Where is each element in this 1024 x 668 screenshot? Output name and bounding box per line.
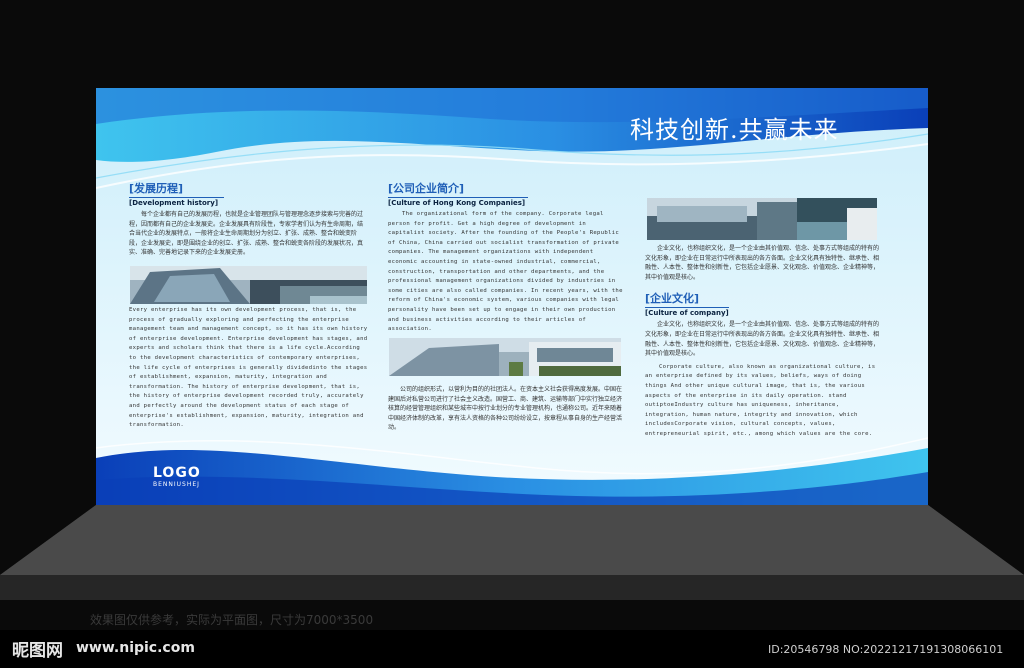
logo-text: LOGO (153, 465, 201, 481)
culture-column: 企业文化，也称组织文化，是一个企业由其价值观、信念、处事方式等组成的特有的文化形… (645, 244, 881, 440)
logo: LOGO BENNIUSHEJ (153, 465, 201, 488)
culture-body-en: Corporate culture, also known as organiz… (645, 363, 876, 437)
culture-subtitle: [Culture of company] (645, 307, 729, 318)
history-photo (130, 266, 367, 304)
logo-subtext: BENNIUSHEJ (153, 481, 200, 488)
culture-intro-cn: 企业文化，也称组织文化，是一个企业由其价值观、信念、处事方式等组成的特有的文化形… (645, 245, 880, 281)
company-chinese-block: 公司的组织形式，以营利为目的的社团法人。在资本主义社会获得高度发展。中国在建国后… (388, 385, 624, 433)
history-title: [发展历程] (129, 182, 184, 195)
office-buildings-image (389, 338, 621, 376)
glass-building-image (130, 266, 367, 304)
company-subtitle: [Culture of Hong Kong Companies] (388, 197, 528, 207)
waterfront-building-image (647, 198, 877, 240)
culture-title: [企业文化] (645, 292, 700, 306)
nipic-brand: 昵图网 (12, 641, 63, 661)
history-column: [发展历程] [Development history] 每个企业都有自己的发展… (129, 180, 367, 258)
stage-floor (0, 505, 1024, 600)
company-photo (389, 338, 621, 376)
display-stage: 科技创新.共赢未来 [发展历程] [Development history] 每… (0, 0, 1024, 668)
company-title: [公司企业简介] (388, 182, 465, 195)
history-english-block: Every enterprise has its own development… (129, 306, 369, 431)
history-body-en: Every enterprise has its own development… (129, 307, 368, 429)
culture-photo (647, 198, 877, 240)
company-body-cn: 公司的组织形式，以营利为目的的社团法人。在资本主义社会获得高度发展。中国在建国后… (388, 386, 623, 432)
history-subtitle: [Development history] (129, 197, 224, 207)
company-column: [公司企业简介] [Culture of Hong Kong Companies… (388, 180, 624, 335)
slogan-title: 科技创新.共赢未来 (630, 116, 839, 144)
company-body-en: The organizational form of the company. … (388, 211, 623, 333)
nipic-url[interactable]: www.nipic.com (76, 640, 195, 656)
nipic-id: ID:20546798 NO:20221217191308066101 (768, 643, 1004, 656)
culture-body-cn: 企业文化，也称组织文化，是一个企业由其价值观、信念、处事方式等组成的特有的文化形… (645, 321, 880, 358)
history-body-cn: 每个企业都有自己的发展历程，也就是企业管理团队与管理理念逐步接索与完善的过程，因… (129, 211, 364, 257)
size-caption: 效果图仅供参考，实际为平面图，尺寸为7000*3500 (90, 613, 374, 627)
